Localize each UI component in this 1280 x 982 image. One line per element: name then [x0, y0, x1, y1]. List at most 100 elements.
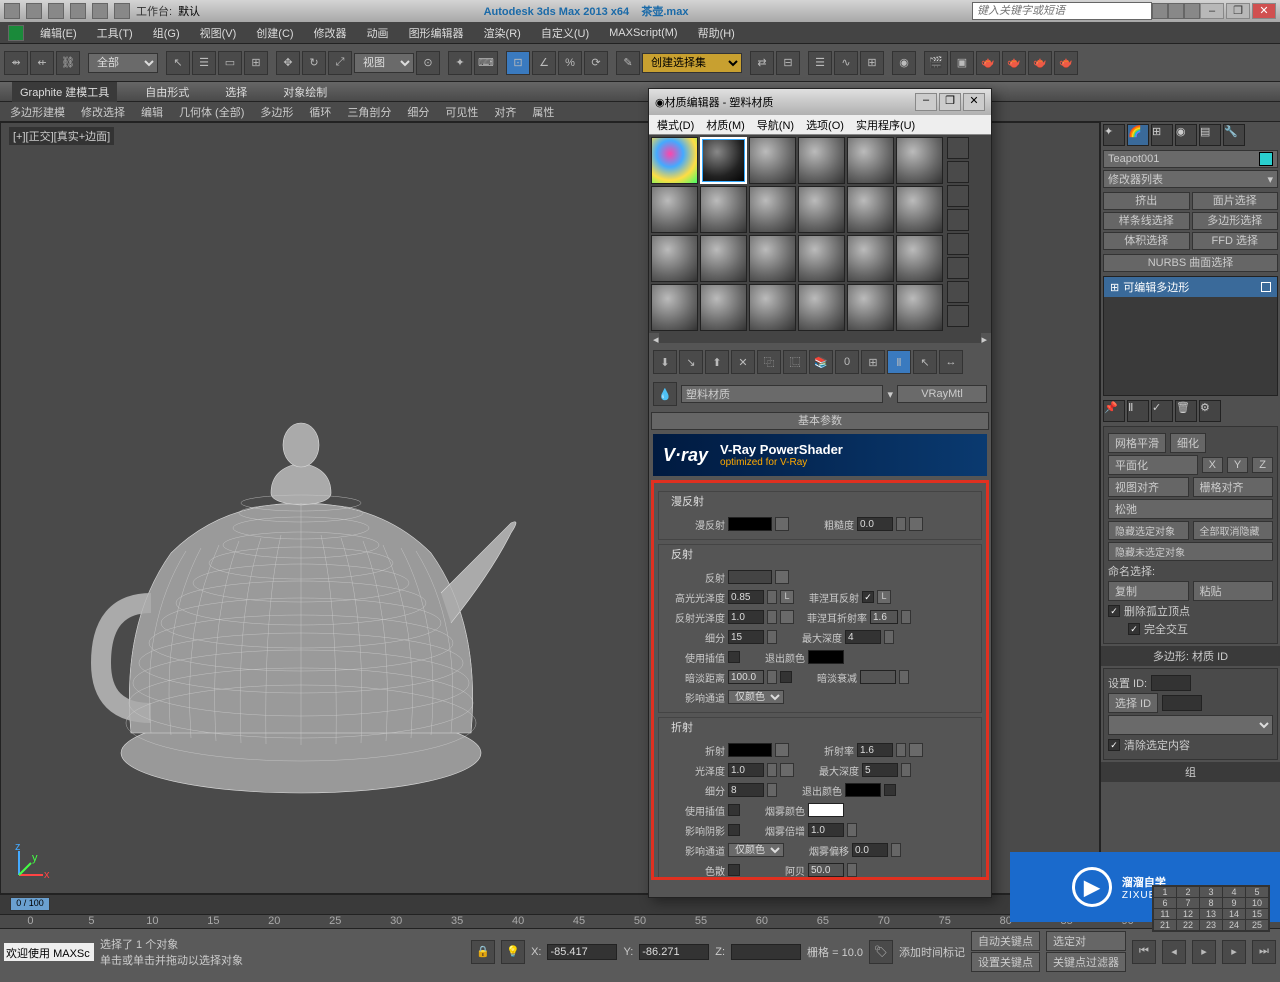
- menu-create[interactable]: 创建(C): [252, 23, 297, 43]
- btn-unhide-all[interactable]: 全部取消隐藏: [1193, 521, 1274, 540]
- mat-slot[interactable]: [749, 284, 796, 331]
- tab-motion-icon[interactable]: ◉: [1175, 124, 1197, 146]
- put-to-lib-icon[interactable]: 📚: [809, 350, 833, 374]
- lock-sel-icon[interactable]: 🔒: [471, 940, 495, 964]
- spinner-icon[interactable]: [899, 670, 909, 684]
- panel-subdiv[interactable]: 细分: [401, 102, 435, 122]
- l-button-2[interactable]: L: [877, 590, 891, 604]
- spinner-icon[interactable]: [847, 863, 857, 877]
- panel-props[interactable]: 属性: [526, 102, 560, 122]
- mat-title-bar[interactable]: ◉ 材质编辑器 - 塑料材质 – ❐ ✕: [649, 89, 991, 115]
- spinner-icon[interactable]: [896, 743, 906, 757]
- selection-filter[interactable]: 全部: [88, 53, 158, 73]
- config-icon[interactable]: ⚙: [1199, 400, 1221, 422]
- mat-slot[interactable]: [749, 137, 796, 184]
- put-to-scene-icon[interactable]: ↘: [679, 350, 703, 374]
- mat-menu-material[interactable]: 材质(M): [706, 117, 745, 133]
- affect-shadow-checkbox[interactable]: [728, 824, 740, 836]
- abbe-spinner[interactable]: [808, 863, 844, 877]
- dispersion-checkbox[interactable]: [728, 864, 740, 876]
- matid-dropdown[interactable]: [1108, 715, 1273, 735]
- mat-slot[interactable]: [700, 235, 747, 282]
- expand-icon[interactable]: ⊞: [1110, 281, 1119, 294]
- play-icon[interactable]: ▸: [1192, 940, 1216, 964]
- btn-relax[interactable]: 松弛: [1108, 499, 1273, 519]
- key-filter-button[interactable]: 关键点过滤器: [1046, 952, 1126, 972]
- align-icon[interactable]: ⊟: [776, 51, 800, 75]
- percent-snap-icon[interactable]: %: [558, 51, 582, 75]
- go-parent-icon[interactable]: ↖: [913, 350, 937, 374]
- refr-interp-checkbox[interactable]: [728, 804, 740, 816]
- panel-loop[interactable]: 循环: [303, 102, 337, 122]
- curve-editor-icon[interactable]: ∿: [834, 51, 858, 75]
- show-end-result-icon[interactable]: Ⅱ: [887, 350, 911, 374]
- spinner-icon[interactable]: [767, 670, 777, 684]
- ior-map-button[interactable]: [909, 743, 923, 757]
- btn-hide-sel[interactable]: 隐藏选定对象: [1108, 521, 1189, 540]
- btn-poly-sel[interactable]: 多边形选择: [1192, 212, 1279, 230]
- make-unique-icon[interactable]: ⿺: [783, 350, 807, 374]
- refr-subdivs-spinner[interactable]: [728, 783, 764, 797]
- diffuse-map-button[interactable]: [775, 517, 789, 531]
- bind-icon[interactable]: ⛓: [56, 51, 80, 75]
- menu-animation[interactable]: 动画: [363, 23, 393, 43]
- video-check-icon[interactable]: [947, 233, 969, 255]
- refl-maxdepth-spinner[interactable]: [845, 630, 881, 644]
- btn-x[interactable]: X: [1202, 457, 1223, 473]
- roughness-map-button[interactable]: [909, 517, 923, 531]
- coord-y[interactable]: [639, 944, 709, 960]
- btn-hide-unsel[interactable]: 隐藏未选定对象: [1108, 542, 1273, 561]
- panel-tri[interactable]: 三角剖分: [341, 102, 397, 122]
- spinner-icon[interactable]: [891, 843, 901, 857]
- fog-color-swatch[interactable]: [808, 803, 844, 817]
- panel-geom[interactable]: 几何体 (全部): [173, 102, 250, 122]
- sel-id-spinner[interactable]: [1162, 695, 1202, 711]
- hilight-gloss-spinner[interactable]: [728, 590, 764, 604]
- spinner-icon[interactable]: [884, 630, 894, 644]
- play-prev-icon[interactable]: ◂: [1162, 940, 1186, 964]
- btn-nurbs-sel[interactable]: NURBS 曲面选择: [1103, 254, 1278, 272]
- btn-select-id[interactable]: 选择 ID: [1108, 693, 1158, 713]
- render-setup-icon[interactable]: 🎬: [924, 51, 948, 75]
- menu-graph[interactable]: 图形编辑器: [405, 23, 468, 43]
- edit-named-sel-icon[interactable]: ✎: [616, 51, 640, 75]
- select-name-icon[interactable]: ☰: [192, 51, 216, 75]
- menu-tools[interactable]: 工具(T): [93, 23, 137, 43]
- dim-dist-spinner[interactable]: [728, 670, 764, 684]
- btn-grid-align[interactable]: 栅格对齐: [1193, 477, 1274, 497]
- material-name-field[interactable]: 塑料材质: [681, 385, 883, 403]
- set-id-spinner[interactable]: [1151, 675, 1191, 691]
- reflect-map-button[interactable]: [775, 570, 789, 584]
- mat-slot[interactable]: [749, 235, 796, 282]
- time-slider[interactable]: 0 / 100: [10, 897, 50, 911]
- set-key-button[interactable]: 设置关键点: [971, 952, 1040, 972]
- mat-menu-nav[interactable]: 导航(N): [757, 117, 794, 133]
- mat-slot[interactable]: [798, 235, 845, 282]
- refr-affect-dropdown[interactable]: 仅颜色: [728, 843, 784, 857]
- manip-icon[interactable]: ✦: [448, 51, 472, 75]
- minimize-button[interactable]: –: [1200, 3, 1224, 19]
- select-by-mat-icon[interactable]: [947, 305, 969, 327]
- reset-map-icon[interactable]: ✕: [731, 350, 755, 374]
- object-color-swatch[interactable]: [1259, 152, 1273, 166]
- mat-slot-2-selected[interactable]: [700, 137, 747, 184]
- mat-close-button[interactable]: ✕: [963, 93, 985, 111]
- snap-toggle-icon[interactable]: ⊡: [506, 51, 530, 75]
- refract-map-button[interactable]: [775, 743, 789, 757]
- mat-menu-util[interactable]: 实用程序(U): [856, 117, 915, 133]
- fresnel-checkbox[interactable]: [862, 591, 874, 603]
- refr-gloss-map-button[interactable]: [780, 763, 794, 777]
- menu-group[interactable]: 组(G): [149, 23, 184, 43]
- coord-z[interactable]: [731, 944, 801, 960]
- render-icon[interactable]: 🫖: [976, 51, 1000, 75]
- make-preview-icon[interactable]: [947, 257, 969, 279]
- close-button[interactable]: ✕: [1252, 3, 1276, 19]
- save-icon[interactable]: [70, 3, 86, 19]
- menu-render[interactable]: 渲染(R): [480, 23, 525, 43]
- render-prod-icon[interactable]: 🫖: [1002, 51, 1026, 75]
- refr-exit-checkbox[interactable]: [884, 784, 896, 796]
- ior-spinner[interactable]: [857, 743, 893, 757]
- menu-help[interactable]: 帮助(H): [694, 23, 739, 43]
- options-icon[interactable]: [947, 281, 969, 303]
- open-icon[interactable]: [48, 3, 64, 19]
